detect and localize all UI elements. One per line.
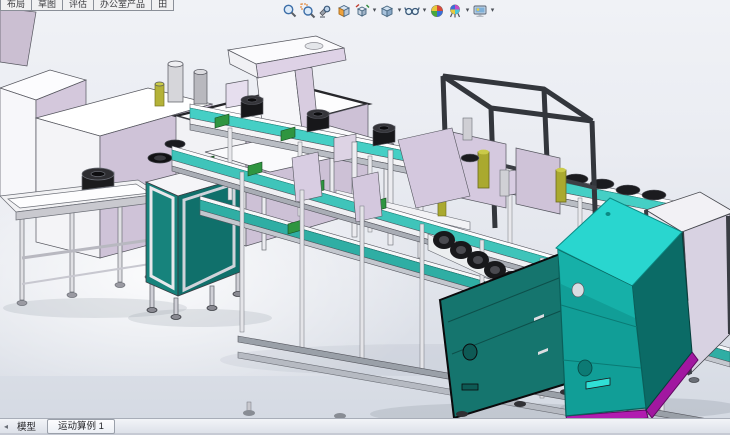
status-tab-bar: ◂ 模型 运动算例 1 xyxy=(0,418,730,435)
chevron-down-icon[interactable]: ▾ xyxy=(464,2,471,20)
chevron-down-icon[interactable]: ▾ xyxy=(421,2,428,20)
tab-label: 田 xyxy=(158,0,167,10)
chevron-down-icon[interactable]: ▾ xyxy=(371,2,378,20)
assembly-scene[interactable] xyxy=(0,0,730,418)
solidworks-window: 布局 草图 评估 办公室产品 田 ▾ ▾ ▾ xyxy=(0,0,730,435)
tab-scroll-left-icon[interactable]: ◂ xyxy=(4,422,8,431)
display-style-icon[interactable] xyxy=(378,2,396,20)
tab-partial[interactable]: 田 xyxy=(152,0,174,11)
tab-label: 草图 xyxy=(38,0,56,10)
tab-motion-study[interactable]: 运动算例 1 xyxy=(47,419,115,434)
tab-label: 办公室产品 xyxy=(100,0,145,10)
apply-scene-icon[interactable] xyxy=(446,2,464,20)
tab-label: 布局 xyxy=(7,0,25,10)
command-manager-tab-strip: 布局 草图 评估 办公室产品 田 xyxy=(0,0,174,11)
zoom-to-fit-icon[interactable] xyxy=(281,2,299,20)
section-view-icon[interactable] xyxy=(335,2,353,20)
control-cabinet-cyan[interactable] xyxy=(556,198,698,418)
edit-appearance-icon[interactable] xyxy=(428,2,446,20)
hide-show-items-icon[interactable] xyxy=(403,2,421,20)
tab-evaluate[interactable]: 评估 xyxy=(63,0,94,11)
tab-sketch[interactable]: 草图 xyxy=(32,0,63,11)
tab-office-products[interactable]: 办公室产品 xyxy=(94,0,152,11)
previous-view-icon[interactable] xyxy=(317,2,335,20)
tab-label: 评估 xyxy=(69,0,87,10)
viewport-3d[interactable] xyxy=(0,0,730,418)
tab-model[interactable]: 模型 xyxy=(17,419,36,433)
zoom-to-area-icon[interactable] xyxy=(299,2,317,20)
chevron-down-icon[interactable]: ▾ xyxy=(489,2,496,20)
heads-up-view-toolbar: ▾ ▾ ▾ ▾ ▾ xyxy=(281,1,496,21)
chevron-down-icon[interactable]: ▾ xyxy=(396,2,403,20)
view-settings-icon[interactable] xyxy=(471,2,489,20)
view-orientation-icon[interactable] xyxy=(353,2,371,20)
tab-layout[interactable]: 布局 xyxy=(0,0,32,11)
